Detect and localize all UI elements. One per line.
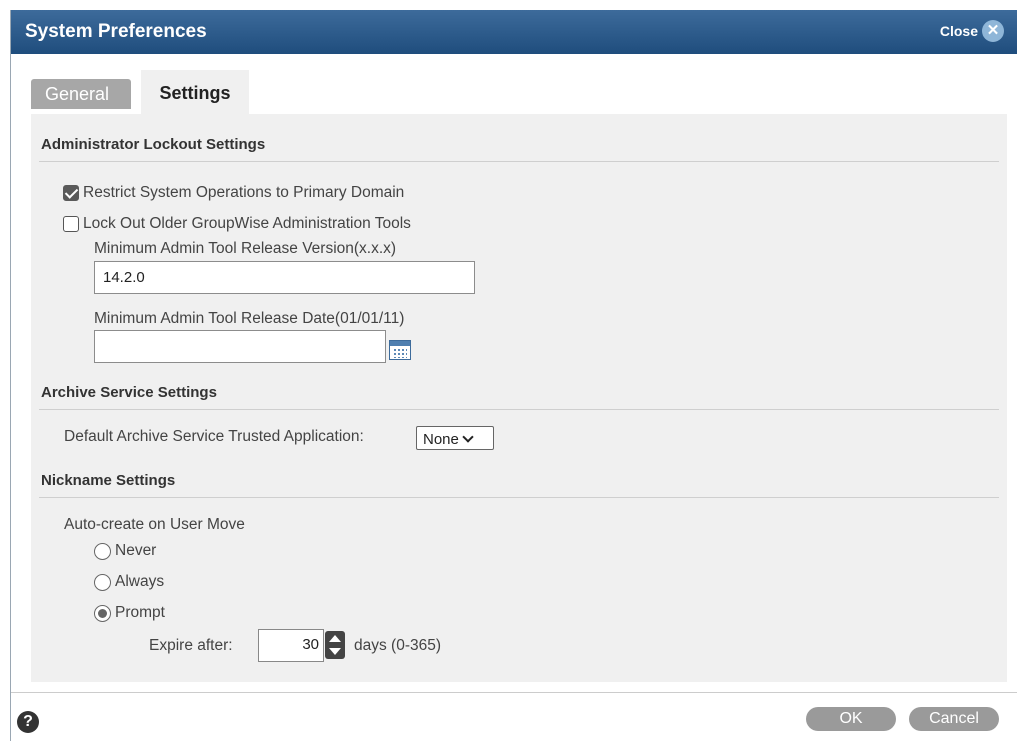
restrict-operations-checkbox[interactable] (63, 185, 79, 201)
section-divider (39, 409, 999, 410)
radio-always[interactable] (94, 573, 111, 591)
radio-always-label: Always (115, 573, 165, 590)
restrict-operations-row: Restrict System Operations to Primary Do… (63, 184, 404, 202)
arrow-up-icon[interactable] (329, 635, 341, 642)
restrict-operations-label: Restrict System Operations to Primary Do… (83, 184, 405, 201)
lockout-tools-row: Lock Out Older GroupWise Administration … (63, 215, 411, 233)
close-label: Close (939, 23, 978, 39)
section-divider (39, 497, 999, 498)
min-date-input[interactable] (94, 330, 386, 363)
min-date-label: Minimum Admin Tool Release Date(01/01/11… (94, 310, 405, 327)
radio-prompt-row: Prompt (94, 604, 165, 622)
help-icon[interactable]: ? (17, 711, 39, 733)
expire-unit-label: days (0-365) (354, 637, 442, 654)
radio-never-row: Never (94, 542, 156, 560)
auto-create-label: Auto-create on User Move (64, 516, 245, 533)
expire-after-label: Expire after: (149, 637, 233, 654)
system-preferences-dialog: System Preferences Close ✕ General Setti… (10, 10, 1017, 741)
tab-settings[interactable]: Settings (141, 70, 249, 115)
dialog-title: System Preferences (25, 21, 207, 42)
archive-section-title: Archive Service Settings (41, 384, 217, 401)
titlebar: System Preferences Close ✕ (11, 10, 1017, 54)
close-icon[interactable]: ✕ (982, 20, 1004, 42)
min-version-label: Minimum Admin Tool Release Version(x.x.x… (94, 240, 397, 257)
lockout-tools-label: Lock Out Older GroupWise Administration … (83, 215, 411, 232)
radio-prompt[interactable] (94, 604, 111, 622)
lockout-tools-checkbox[interactable] (63, 216, 79, 232)
nickname-section-title: Nickname Settings (41, 472, 176, 489)
expire-days-input[interactable]: 30 (258, 629, 324, 662)
trusted-app-value: None (423, 430, 459, 448)
radio-prompt-label: Prompt (115, 604, 165, 621)
radio-always-row: Always (94, 573, 164, 591)
min-version-input[interactable] (94, 261, 475, 294)
ok-button[interactable]: OK (806, 707, 896, 731)
trusted-app-select[interactable]: None (416, 426, 494, 450)
radio-never-label: Never (115, 542, 157, 559)
calendar-icon[interactable] (389, 340, 411, 360)
admin-lockout-section-title: Administrator Lockout Settings (41, 136, 266, 153)
section-divider (39, 161, 999, 162)
tab-general[interactable]: General (31, 79, 131, 109)
radio-never[interactable] (94, 542, 111, 560)
dialog-footer: ? OK Cancel (11, 692, 1017, 741)
arrow-down-icon[interactable] (329, 648, 341, 655)
trusted-app-label: Default Archive Service Trusted Applicat… (64, 428, 364, 445)
settings-panel: Administrator Lockout Settings Restrict … (31, 114, 1007, 682)
cancel-button[interactable]: Cancel (909, 707, 999, 731)
close-button[interactable]: Close ✕ (940, 20, 1004, 42)
expire-days-stepper[interactable] (325, 631, 345, 659)
chevron-down-icon (462, 431, 474, 443)
